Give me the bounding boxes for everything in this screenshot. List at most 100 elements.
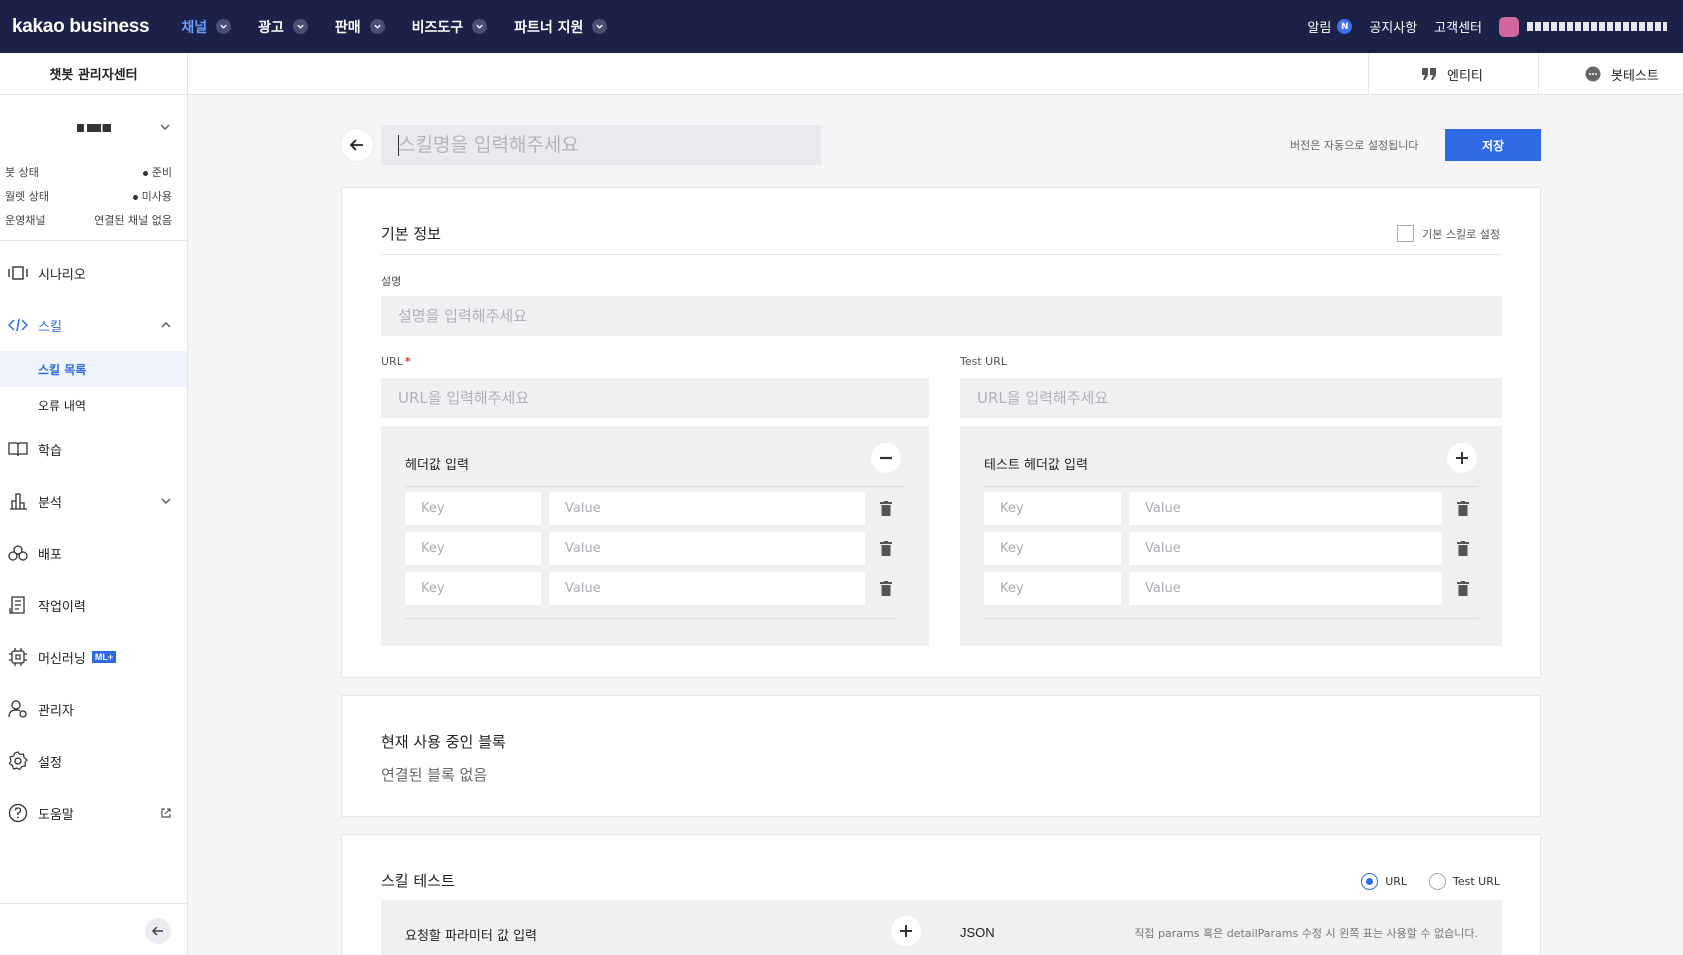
collapse-sidebar-button[interactable]: [145, 918, 171, 944]
help-icon: [8, 803, 28, 823]
trash-icon[interactable]: [1453, 498, 1473, 518]
sidebar-item-label: 학습: [38, 443, 62, 459]
back-button[interactable]: [341, 129, 373, 161]
top-navigation-bar: kakao business 채널 광고 판매 비즈도구 파트너 지원 알림 N…: [0, 0, 1683, 53]
sidebar-item-machine-learning[interactable]: 머신러닝 ML+: [0, 631, 187, 683]
test-header-value-input[interactable]: [1129, 492, 1442, 525]
header-value-input[interactable]: [549, 492, 865, 525]
url-label: URL *: [381, 355, 411, 368]
sidebar-item-history[interactable]: 작업이력: [0, 579, 187, 631]
test-url-input[interactable]: [960, 378, 1502, 418]
plus-icon: [1456, 452, 1468, 464]
nav-channel-label: 채널: [181, 19, 208, 36]
header-key-input[interactable]: [405, 492, 541, 525]
url-label-text: URL: [381, 355, 403, 368]
code-icon: [8, 315, 28, 335]
default-skill-checkbox[interactable]: 기본 스킬로 설정: [1397, 225, 1500, 242]
trash-icon[interactable]: [1453, 538, 1473, 558]
test-header-key-input[interactable]: [984, 572, 1121, 605]
sidebar-item-learning[interactable]: 학습: [0, 423, 187, 475]
divider: [984, 486, 1478, 487]
header-value-input[interactable]: [549, 532, 865, 565]
test-header-values-box: 테스트 헤더값 입력: [960, 426, 1502, 646]
header-key-input[interactable]: [405, 532, 541, 565]
url-radio-group: URL Test URL: [1361, 873, 1500, 890]
bot-test-label: 봇테스트: [1611, 68, 1659, 84]
arrow-left-icon: [349, 139, 363, 151]
sidebar-item-analysis[interactable]: 분석: [0, 475, 187, 527]
blocks-in-use-title: 현재 사용 중인 블록: [381, 733, 506, 751]
divider: [405, 618, 897, 619]
trash-icon[interactable]: [1453, 578, 1473, 598]
sidebar-item-scenario[interactable]: 시나리오: [0, 247, 187, 299]
nav-ads[interactable]: 광고: [258, 17, 308, 37]
add-test-header-button[interactable]: [1447, 443, 1477, 473]
test-header-value-input[interactable]: [1129, 532, 1442, 565]
sidebar-subitem-skill-list[interactable]: 스킬 목록: [0, 351, 187, 387]
desc-label: 설명: [381, 275, 402, 288]
entity-button[interactable]: 엔티티: [1368, 53, 1538, 95]
sidebar-title: 챗봇 관리자센터: [0, 53, 187, 95]
checkbox[interactable]: [1397, 225, 1415, 242]
nav-biz-tools[interactable]: 비즈도구: [412, 17, 488, 37]
text-caret: [398, 135, 399, 156]
sidebar-item-deploy[interactable]: 배포: [0, 527, 187, 579]
scenario-icon: [8, 263, 28, 283]
nav-partner-support[interactable]: 파트너 지원: [514, 17, 608, 37]
test-header-value-input[interactable]: [1129, 572, 1442, 605]
sub-header: 엔티티 봇테스트: [188, 53, 1683, 95]
sidebar-item-label: 머신러닝: [38, 651, 86, 667]
bot-selector[interactable]: [0, 95, 187, 160]
version-note: 버전은 자동으로 설정됩니다: [1290, 139, 1419, 152]
bot-test-button[interactable]: 봇테스트: [1538, 53, 1683, 95]
sidebar-item-settings[interactable]: 설정: [0, 735, 187, 787]
sidebar-subitem-error-log[interactable]: 오류 내역: [0, 387, 187, 423]
radio-url[interactable]: [1361, 873, 1379, 890]
save-button[interactable]: 저장: [1445, 129, 1541, 161]
status-row-bot: 봇 상태 준비: [5, 160, 172, 184]
radio-test-url[interactable]: [1429, 873, 1447, 890]
chevron-down-icon: [369, 19, 385, 34]
header-key-input[interactable]: [405, 572, 541, 605]
user-avatar[interactable]: [1499, 16, 1519, 37]
description-input[interactable]: [381, 296, 1502, 336]
history-icon: [8, 595, 28, 615]
chevron-down-icon: [161, 498, 171, 504]
collapse-header-button[interactable]: [871, 443, 901, 473]
basic-info-card: 기본 정보 기본 스킬로 설정 설명 URL* Test URL 헤더값 입력 …: [341, 187, 1541, 678]
kakao-business-logo[interactable]: kakao business: [12, 16, 150, 38]
basic-info-title: 기본 정보: [381, 225, 441, 243]
sidebar-item-label: 관리자: [38, 703, 74, 719]
sidebar-item-label: 작업이력: [38, 599, 86, 615]
alert-link[interactable]: 알림 N: [1307, 17, 1353, 36]
notice-link[interactable]: 공지사항: [1369, 17, 1417, 36]
sidebar: 챗봇 관리자센터 봇 상태 준비 월렛 상태 미사용 운영채널 연결된 채널 없…: [0, 53, 188, 955]
sidebar-item-skill[interactable]: 스킬: [0, 299, 187, 351]
skill-name-input[interactable]: [381, 125, 821, 165]
nav-sales[interactable]: 판매: [335, 17, 385, 37]
chevron-down-icon: [292, 19, 308, 34]
trash-icon[interactable]: [876, 498, 896, 518]
add-param-button[interactable]: [891, 916, 921, 946]
trash-icon[interactable]: [876, 578, 896, 598]
support-link[interactable]: 고객센터: [1434, 17, 1482, 36]
trash-icon[interactable]: [876, 538, 896, 558]
sidebar-item-label: 스킬: [38, 319, 62, 335]
test-header-values-title: 테스트 헤더값 입력: [984, 458, 1088, 473]
url-input[interactable]: [381, 378, 929, 418]
test-header-key-input[interactable]: [984, 492, 1121, 525]
external-link-icon: [161, 808, 171, 818]
status-label: 봇 상태: [5, 166, 39, 179]
sidebar-item-help[interactable]: 도움말: [0, 787, 187, 839]
user-name-redacted[interactable]: [1527, 22, 1667, 31]
top-nav-menu: 채널 광고 판매 비즈도구 파트너 지원: [181, 17, 634, 37]
bot-name-redacted: [76, 123, 111, 132]
header-value-input[interactable]: [549, 572, 865, 605]
nav-biz-tools-label: 비즈도구: [411, 19, 464, 36]
sidebar-item-label: 설정: [38, 755, 62, 771]
nav-channel[interactable]: 채널: [181, 17, 232, 37]
status-row-channel: 운영채널 연결된 채널 없음: [5, 208, 172, 232]
sidebar-item-admin[interactable]: 관리자: [0, 683, 187, 735]
test-header-key-input[interactable]: [984, 532, 1121, 565]
status-value: 미사용: [133, 188, 172, 204]
